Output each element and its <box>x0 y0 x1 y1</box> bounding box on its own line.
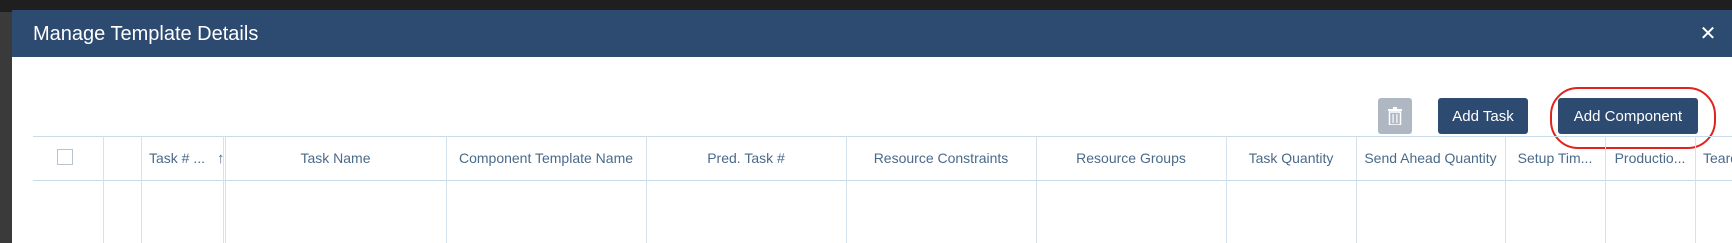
column-header-resource-constraints[interactable]: Resource Constraints <box>846 136 1036 180</box>
column-header-send-ahead-quantity[interactable]: Send Ahead Quantity <box>1356 136 1505 180</box>
column-divider <box>103 136 104 243</box>
add-task-button[interactable]: Add Task <box>1438 98 1528 134</box>
delete-button[interactable] <box>1378 98 1412 134</box>
select-all-checkbox[interactable] <box>57 149 73 165</box>
column-header-setup-time[interactable]: Setup Tim... <box>1505 136 1605 180</box>
column-header-component-template-name[interactable]: Component Template Name <box>446 136 646 180</box>
column-header-production[interactable]: Productio... <box>1605 136 1695 180</box>
close-button[interactable]: ✕ <box>1684 10 1732 57</box>
header-bottom-border <box>33 180 1732 181</box>
sort-ascending-icon[interactable]: ↑ <box>217 150 223 167</box>
column-header-teardown[interactable]: Teardo <box>1695 136 1732 180</box>
column-header-task-quantity[interactable]: Task Quantity <box>1226 136 1356 180</box>
add-component-button[interactable]: Add Component <box>1558 98 1698 134</box>
column-header-task-number[interactable]: Task # ... ↑ <box>141 136 223 180</box>
column-header-resource-groups[interactable]: Resource Groups <box>1036 136 1226 180</box>
column-header-pred-task[interactable]: Pred. Task # <box>646 136 846 180</box>
manage-template-dialog: Manage Template Details ✕ Add Task Add C… <box>12 10 1732 243</box>
column-divider <box>223 136 224 243</box>
dialog-title: Manage Template Details <box>33 23 259 45</box>
task-grid: Task # ... ↑ Task Name Component Templat… <box>33 136 1732 243</box>
trash-icon <box>1388 107 1402 125</box>
column-header-task-name[interactable]: Task Name <box>225 136 446 180</box>
close-icon: ✕ <box>1699 23 1717 45</box>
dialog-header: Manage Template Details ✕ <box>12 10 1732 57</box>
